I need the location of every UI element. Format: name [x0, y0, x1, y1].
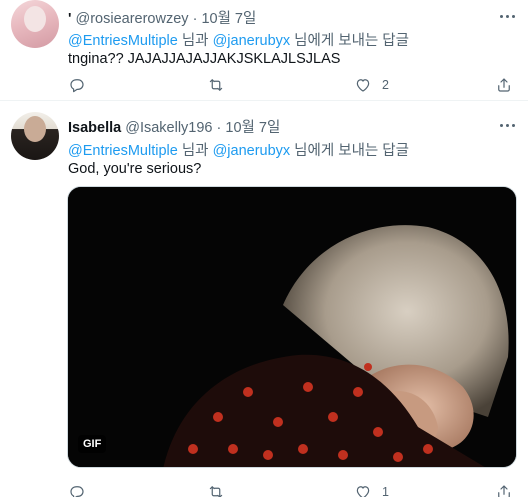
reply-icon	[70, 486, 84, 497]
tweet-text: tngina?? JAJAJJAJAJJAKJSKLAJLSJLAS	[68, 51, 341, 67]
like-icon	[356, 79, 370, 92]
reply-suffix: 님에게 보내는 답글	[290, 143, 409, 159]
retweet-icon	[209, 486, 223, 497]
tweet-text: God, you're serious?	[68, 161, 202, 177]
tweet-header: ' @rosiearerowzey · 10월 7일	[68, 7, 256, 28]
share-button[interactable]	[495, 482, 513, 497]
reply-conjunction: 님과	[177, 33, 213, 49]
retweet-button[interactable]	[207, 482, 235, 497]
display-name[interactable]: Isabella	[68, 120, 121, 136]
retweet-button[interactable]	[207, 75, 235, 95]
gif-image	[68, 187, 516, 467]
user-handle[interactable]: @rosiearerowzey	[75, 11, 188, 27]
reply-button[interactable]	[68, 482, 96, 497]
tweet-actions: 2	[68, 75, 518, 95]
gif-media[interactable]: GIF	[67, 186, 517, 468]
like-count: 1	[382, 485, 389, 497]
retweet-icon	[209, 79, 223, 91]
mention-link[interactable]: @EntriesMultiple	[68, 33, 178, 49]
mention-link[interactable]: @EntriesMultiple	[68, 143, 178, 159]
gif-badge: GIF	[78, 435, 107, 453]
like-icon	[356, 486, 370, 497]
share-button[interactable]	[495, 75, 513, 95]
separator-dot: ·	[216, 120, 222, 136]
reply-suffix: 님에게 보내는 답글	[290, 33, 409, 49]
separator-dot: ·	[192, 11, 198, 27]
share-icon	[498, 485, 510, 497]
tweet-actions: 1	[68, 482, 518, 497]
display-name[interactable]: '	[68, 11, 71, 27]
tweet[interactable]: Isabella @Isakelly196 · 10월 7일 @EntriesM…	[0, 102, 528, 497]
more-icon[interactable]	[496, 117, 518, 133]
reply-context: @EntriesMultiple 님과 @janerubyx 님에게 보내는 답…	[68, 139, 409, 160]
tweet[interactable]: ' @rosiearerowzey · 10월 7일 @EntriesMulti…	[0, 0, 528, 101]
like-button[interactable]: 1	[354, 482, 389, 497]
mention-link[interactable]: @janerubyx	[213, 143, 291, 159]
like-button[interactable]: 2	[354, 75, 389, 95]
tweet-header: Isabella @Isakelly196 · 10월 7일	[68, 116, 280, 137]
more-icon[interactable]	[496, 8, 518, 24]
avatar[interactable]	[11, 0, 59, 48]
reply-context: @EntriesMultiple 님과 @janerubyx 님에게 보내는 답…	[68, 29, 409, 50]
mention-link[interactable]: @janerubyx	[213, 33, 291, 49]
tweet-date[interactable]: 10월 7일	[201, 11, 256, 27]
share-icon	[498, 78, 510, 92]
reply-button[interactable]	[68, 75, 96, 95]
tweet-date[interactable]: 10월 7일	[225, 120, 280, 136]
avatar[interactable]	[11, 112, 59, 160]
reply-icon	[70, 79, 84, 93]
reply-conjunction: 님과	[177, 143, 213, 159]
user-handle[interactable]: @Isakelly196	[125, 120, 212, 136]
like-count: 2	[382, 78, 389, 92]
